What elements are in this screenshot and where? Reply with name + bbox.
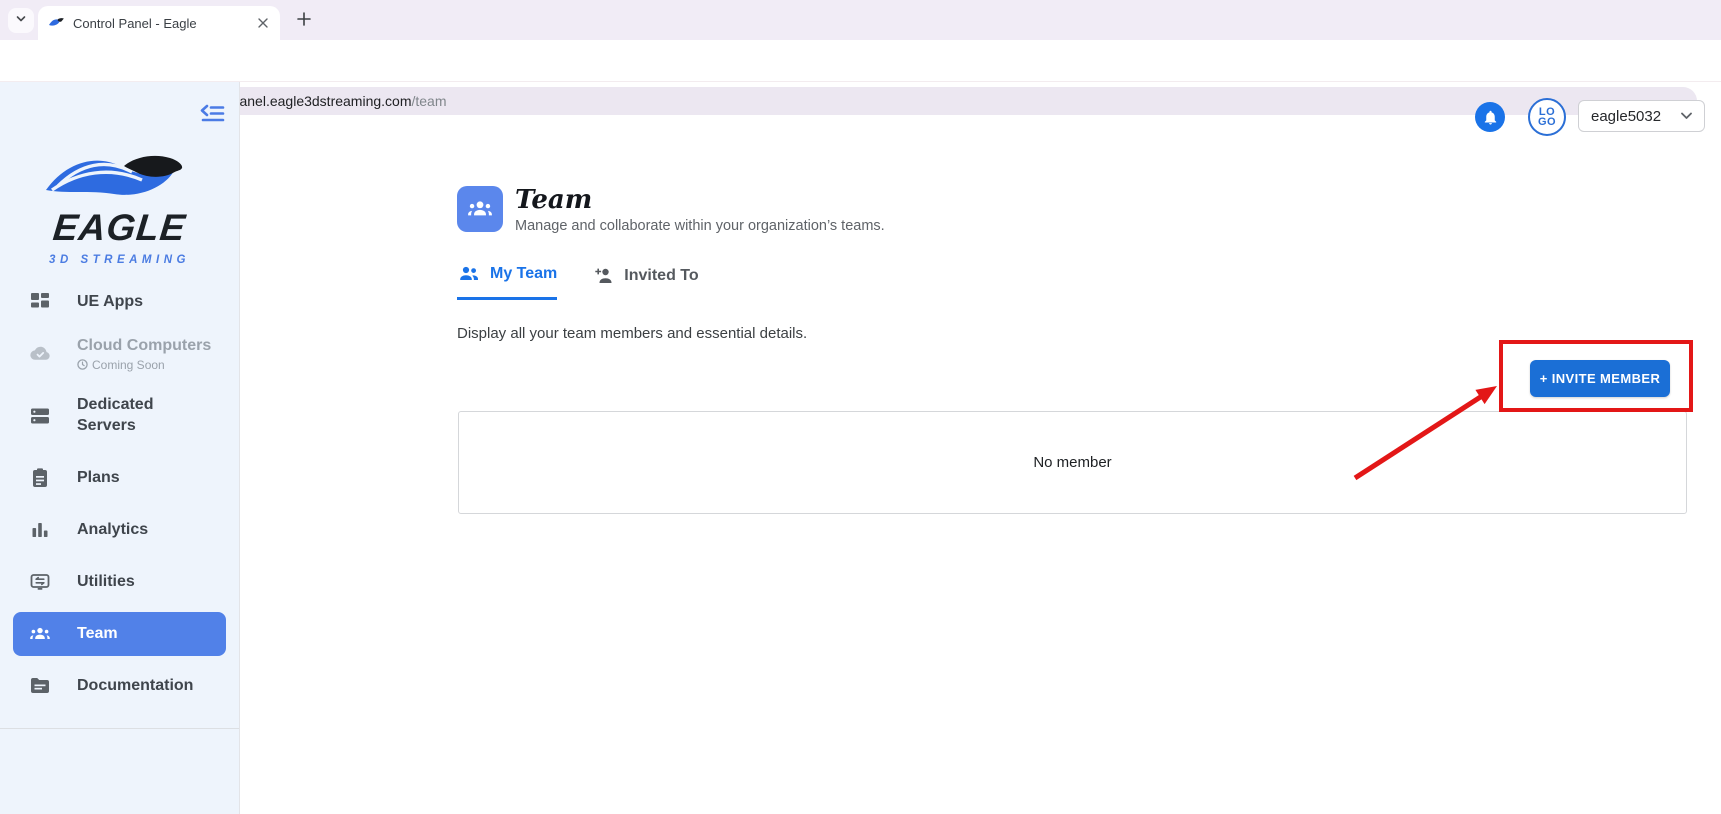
page-subtitle: Manage and collaborate within your organ…	[515, 218, 885, 234]
sidebar-item-label: Utilities	[77, 572, 135, 593]
coming-soon-label: Coming Soon	[92, 358, 165, 372]
sidebar-item-label: Dedicated Servers	[77, 395, 187, 437]
person-add-icon	[591, 264, 615, 288]
tab-my-team[interactable]: My Team	[457, 262, 557, 300]
sidebar: EAGLE 3D STREAMING UE Apps Cloud Compute…	[0, 82, 240, 814]
tab-search-button[interactable]	[8, 8, 34, 33]
browser-toolbar: newcontrolpanel.eagle3dstreaming.com/tea…	[0, 40, 1721, 82]
page-title: Team	[515, 186, 885, 214]
invite-member-button[interactable]: + INVITE MEMBER	[1530, 360, 1670, 397]
sidebar-item-dedicated-servers[interactable]: Dedicated Servers	[0, 380, 239, 452]
sidebar-item-plans[interactable]: Plans	[0, 452, 239, 504]
team-members-table: No member	[458, 411, 1687, 514]
sidebar-item-utilities[interactable]: Utilities	[0, 556, 239, 608]
logo-title: EAGLE	[0, 207, 241, 249]
new-tab-button[interactable]	[292, 9, 316, 33]
eagle-logo-graphic-icon	[38, 148, 202, 206]
bar-chart-icon	[28, 518, 52, 542]
collapse-sidebar-icon	[199, 102, 227, 126]
account-label: eagle5032	[1591, 108, 1661, 125]
url-path: /team	[411, 93, 446, 109]
sidebar-item-documentation[interactable]: Documentation	[0, 660, 239, 712]
monitor-icon	[28, 570, 52, 594]
sidebar-item-cloud-computers[interactable]: Cloud Computers Coming Soon	[0, 328, 239, 380]
bell-icon	[1482, 109, 1499, 126]
tab-title: Control Panel - Eagle	[73, 16, 254, 31]
clipboard-icon	[28, 466, 52, 490]
people-icon	[457, 262, 481, 286]
people-icon	[466, 195, 494, 223]
coming-soon-badge: Coming Soon	[77, 358, 211, 372]
clock-icon	[77, 359, 88, 370]
sidebar-collapse-button[interactable]	[199, 102, 227, 131]
team-page-icon	[457, 186, 503, 232]
sidebar-item-team[interactable]: Team	[13, 612, 226, 656]
sidebar-item-label: Documentation	[77, 676, 187, 697]
notifications-button[interactable]	[1475, 102, 1505, 132]
tab-label: My Team	[490, 265, 557, 283]
logo-subtitle: 3D STREAMING	[0, 254, 239, 266]
sidebar-item-label: UE Apps	[77, 292, 143, 313]
cloud-icon	[28, 342, 52, 366]
sidebar-divider	[0, 728, 239, 729]
tab-label: Invited To	[624, 267, 698, 285]
browser-tabstrip: Control Panel - Eagle	[0, 0, 1721, 40]
account-dropdown[interactable]: eagle5032	[1578, 100, 1705, 132]
sidebar-item-label: Team	[77, 624, 118, 645]
favicon-eagle-icon	[48, 16, 65, 30]
page-header-text: Team Manage and collaborate within your …	[515, 186, 885, 234]
tab-close-icon[interactable]	[254, 14, 272, 32]
sidebar-nav: UE Apps Cloud Computers Coming Soon De	[0, 276, 239, 712]
eagle-logo: EAGLE 3D STREAMING	[0, 148, 239, 266]
avatar-text-bottom: GO	[1538, 117, 1556, 127]
address-bar[interactable]: newcontrolpanel.eagle3dstreaming.com/tea…	[124, 87, 1697, 115]
server-icon	[28, 404, 52, 428]
browser-tab[interactable]: Control Panel - Eagle	[38, 6, 280, 40]
page-description: Display all your team members and essent…	[457, 325, 807, 342]
sidebar-item-analytics[interactable]: Analytics	[0, 504, 239, 556]
plus-icon	[297, 12, 311, 31]
caret-down-icon	[1681, 112, 1692, 120]
page-header: Team Manage and collaborate within your …	[457, 186, 885, 234]
sidebar-item-label: Plans	[77, 468, 120, 489]
folder-icon	[28, 674, 52, 698]
sidebar-item-ue-apps[interactable]: UE Apps	[0, 276, 239, 328]
people-icon	[28, 622, 52, 646]
empty-state-text: No member	[1033, 454, 1111, 471]
chevron-down-icon	[15, 12, 27, 30]
team-tabs: My Team Invited To	[457, 262, 699, 300]
sidebar-item-label: Cloud Computers	[77, 337, 211, 354]
sidebar-item-label: Analytics	[77, 520, 148, 541]
tab-invited-to[interactable]: Invited To	[591, 262, 698, 300]
org-logo-avatar[interactable]: LO GO	[1528, 98, 1566, 136]
grid-icon	[28, 290, 52, 314]
